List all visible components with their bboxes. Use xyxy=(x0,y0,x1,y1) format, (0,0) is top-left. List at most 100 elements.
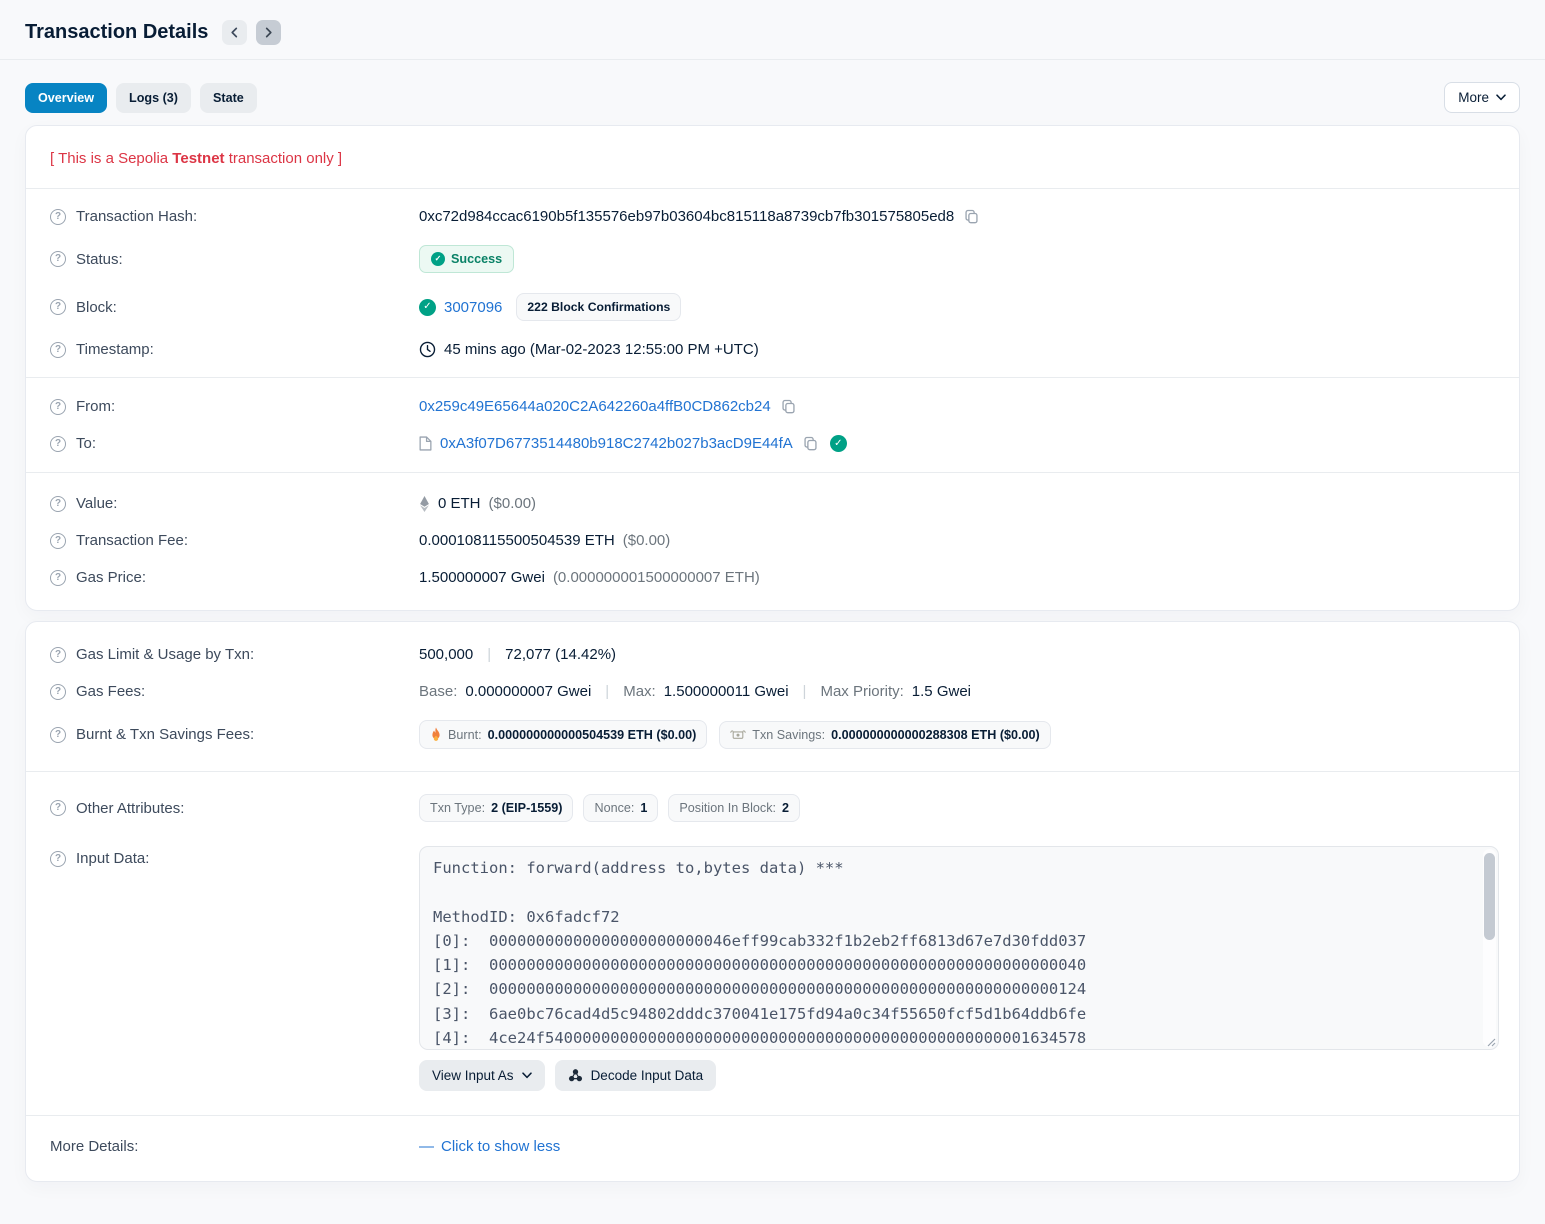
help-icon[interactable]: ? xyxy=(50,299,66,315)
copy-icon xyxy=(781,399,796,414)
transaction-fee-row: ? Transaction Fee: 0.000108115500504539 … xyxy=(50,522,1495,559)
chevron-right-icon xyxy=(263,27,274,38)
help-icon[interactable]: ? xyxy=(50,533,66,549)
input-scrollbar[interactable] xyxy=(1483,849,1496,1047)
value-usd: ($0.00) xyxy=(489,495,537,512)
copy-tx-hash-button[interactable] xyxy=(962,209,981,224)
help-icon[interactable]: ? xyxy=(50,800,66,816)
tab-overview[interactable]: Overview xyxy=(25,83,107,113)
burnt-label: Burnt: xyxy=(448,728,482,742)
notice-prefix: [ This is a Sepolia xyxy=(50,150,172,167)
help-icon[interactable]: ? xyxy=(50,727,66,743)
copy-to-button[interactable] xyxy=(801,436,820,451)
max-fee-label: Max: xyxy=(623,683,656,700)
base-fee-label: Base: xyxy=(419,683,457,700)
input-data-box[interactable]: Function: forward(address to,bytes data)… xyxy=(419,846,1499,1050)
txn-savings-badge: Txn Savings: 0.000000000000288308 ETH ($… xyxy=(719,721,1050,749)
base-fee-value: 0.000000007 Gwei xyxy=(465,683,591,700)
tab-logs[interactable]: Logs (3) xyxy=(116,83,191,113)
burnt-fees-label: ? Burnt & Txn Savings Fees: xyxy=(50,726,419,743)
from-label: ? From: xyxy=(50,398,419,415)
details-card: ? Gas Limit & Usage by Txn: 500,000 | 72… xyxy=(25,621,1520,1182)
block-row: ? Block: ✓ 3007096 222 Block Confirmatio… xyxy=(50,283,1495,331)
prev-tx-button[interactable] xyxy=(222,20,247,45)
chevron-down-icon xyxy=(522,1072,532,1079)
minus-icon: — xyxy=(419,1138,434,1155)
other-attributes-label: ? Other Attributes: xyxy=(50,800,419,817)
copy-icon xyxy=(964,209,979,224)
transaction-fee-usd: ($0.00) xyxy=(623,532,671,549)
tab-state[interactable]: State xyxy=(200,83,257,113)
max-priority-fee-value: 1.5 Gwei xyxy=(912,683,971,700)
block-link[interactable]: 3007096 xyxy=(444,299,502,316)
copy-icon xyxy=(803,436,818,451)
transaction-hash-row: ? Transaction Hash: 0xc72d984ccac6190b5f… xyxy=(50,198,1495,235)
separator: | xyxy=(481,646,497,663)
more-details-row: More Details: — Click to show less xyxy=(50,1128,1495,1165)
gas-price-row: ? Gas Price: 1.500000007 Gwei (0.0000000… xyxy=(50,559,1495,596)
value-amount: 0 ETH xyxy=(438,495,481,512)
next-tx-button[interactable] xyxy=(256,20,281,45)
resize-grip-icon[interactable] xyxy=(1484,1035,1496,1047)
transaction-fee-value: 0.000108115500504539 ETH xyxy=(419,532,615,549)
burnt-fees-row: ? Burnt & Txn Savings Fees: Burnt: 0.000… xyxy=(50,710,1495,759)
help-icon[interactable]: ? xyxy=(50,570,66,586)
to-label: ? To: xyxy=(50,435,419,452)
clock-icon xyxy=(419,341,436,358)
input-data-text: Function: forward(address to,bytes data)… xyxy=(420,847,1498,1050)
gas-price-label: ? Gas Price: xyxy=(50,569,419,586)
block-confirmations-badge: 222 Block Confirmations xyxy=(516,293,681,321)
help-icon[interactable]: ? xyxy=(50,436,66,452)
check-icon: ✓ xyxy=(431,252,445,266)
help-icon[interactable]: ? xyxy=(50,647,66,663)
copy-from-button[interactable] xyxy=(779,399,798,414)
timestamp-label: ? Timestamp: xyxy=(50,341,419,358)
to-address-link[interactable]: 0xA3f07D6773514480b918C2742b027b3acD9E44… xyxy=(440,435,793,452)
help-icon[interactable]: ? xyxy=(50,851,66,867)
txn-savings-label: Txn Savings: xyxy=(752,728,825,742)
tabs: Overview Logs (3) State xyxy=(25,83,257,113)
input-scrollbar-thumb[interactable] xyxy=(1484,853,1495,940)
flame-icon xyxy=(430,727,442,742)
chevron-down-icon xyxy=(1496,94,1506,101)
transaction-fee-label: ? Transaction Fee: xyxy=(50,532,419,549)
separator: | xyxy=(599,683,615,700)
testnet-notice: [ This is a Sepolia Testnet transaction … xyxy=(50,126,1495,188)
max-priority-fee-label: Max Priority: xyxy=(820,683,903,700)
help-icon[interactable]: ? xyxy=(50,496,66,512)
decode-input-data-button[interactable]: Decode Input Data xyxy=(555,1060,717,1091)
timestamp-row: ? Timestamp: 45 mins ago (Mar-02-2023 12… xyxy=(50,331,1495,368)
from-row: ? From: 0x259c49E65644a020C2A642260a4ffB… xyxy=(50,388,1495,425)
help-icon[interactable]: ? xyxy=(50,342,66,358)
eth-icon xyxy=(419,496,430,512)
value-row: ? Value: 0 ETH ($0.00) xyxy=(50,485,1495,522)
verified-check-icon: ✓ xyxy=(830,435,847,452)
contract-file-icon xyxy=(419,436,432,451)
help-icon[interactable]: ? xyxy=(50,684,66,700)
gas-limit-label: ? Gas Limit & Usage by Txn: xyxy=(50,646,419,663)
transaction-hash-value: 0xc72d984ccac6190b5f135576eb97b03604bc81… xyxy=(419,208,954,225)
input-data-label: ? Input Data: xyxy=(50,846,419,867)
gas-price-value: 1.500000007 Gwei xyxy=(419,569,545,586)
transaction-hash-label: ? Transaction Hash: xyxy=(50,208,419,225)
timestamp-value: 45 mins ago (Mar-02-2023 12:55:00 PM +UT… xyxy=(444,341,759,358)
more-button[interactable]: More xyxy=(1444,82,1520,113)
from-address-link[interactable]: 0x259c49E65644a020C2A642260a4ffB0CD862cb… xyxy=(419,398,771,415)
nonce-badge: Nonce: 1 xyxy=(583,794,658,822)
transaction-details-page: Transaction Details Overview Logs (3) St… xyxy=(0,0,1545,1224)
tabs-row: Overview Logs (3) State More xyxy=(0,60,1545,113)
help-icon[interactable]: ? xyxy=(50,209,66,225)
page-title: Transaction Details xyxy=(25,21,208,44)
view-input-as-button[interactable]: View Input As xyxy=(419,1060,545,1091)
show-less-link[interactable]: — Click to show less xyxy=(419,1138,560,1155)
input-actions: View Input As Decode Input Data xyxy=(419,1060,1499,1091)
money-wings-icon xyxy=(730,729,746,741)
chevron-left-icon xyxy=(229,27,240,38)
help-icon[interactable]: ? xyxy=(50,251,66,267)
gas-price-eth: (0.000000001500000007 ETH) xyxy=(553,569,760,586)
max-fee-value: 1.500000011 Gwei xyxy=(664,683,789,700)
txn-savings-value: 0.000000000000288308 ETH ($0.00) xyxy=(831,728,1040,742)
help-icon[interactable]: ? xyxy=(50,399,66,415)
block-label: ? Block: xyxy=(50,299,419,316)
input-data-row: ? Input Data: Function: forward(address … xyxy=(50,832,1495,1101)
